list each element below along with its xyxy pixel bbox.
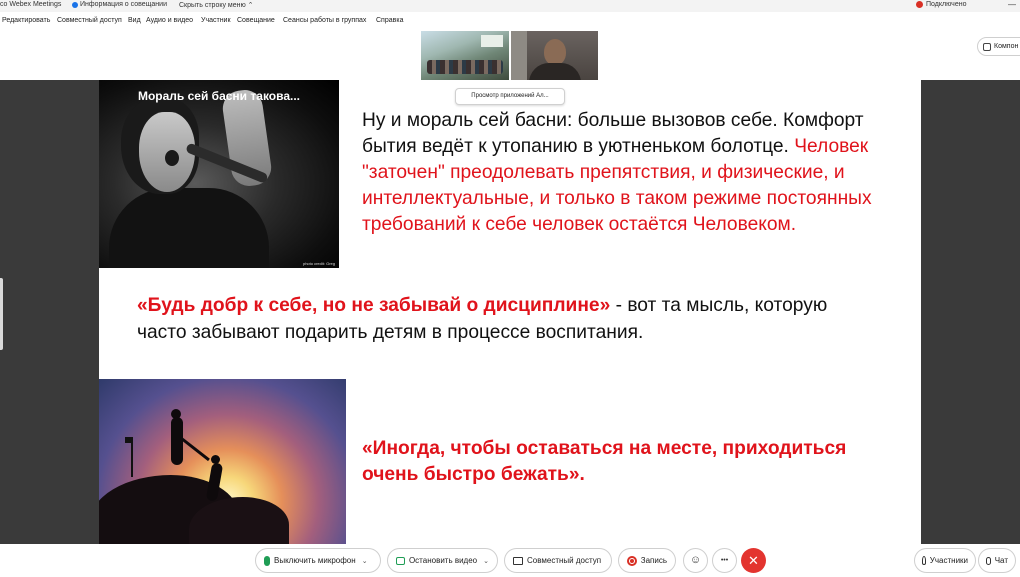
mute-label: Выключить микрофон bbox=[274, 556, 356, 565]
app-title: co Webex Meetings bbox=[0, 1, 62, 8]
record-icon bbox=[627, 555, 637, 566]
chat-icon bbox=[986, 556, 991, 565]
more-icon: ••• bbox=[720, 557, 729, 564]
slide-paragraph: Ну и мораль сей басни: больше вызовов се… bbox=[362, 108, 902, 238]
chat-label: Чат bbox=[994, 556, 1008, 565]
group-graphic bbox=[427, 60, 503, 74]
menu-item-edit[interactable]: Редактировать bbox=[2, 17, 50, 24]
hide-menu-bar-button[interactable]: Скрыть строку меню ⌃ bbox=[179, 1, 254, 9]
companion-icon bbox=[983, 42, 991, 51]
photo-shoulder-shape bbox=[109, 188, 269, 268]
chevron-down-icon[interactable]: ⌄ bbox=[362, 557, 368, 565]
menu-item-view[interactable]: Вид bbox=[128, 17, 141, 24]
chevron-down-icon[interactable]: ⌄ bbox=[483, 557, 489, 565]
photo-climber-body bbox=[171, 417, 183, 465]
record-button[interactable]: Запись bbox=[618, 548, 676, 573]
menu-item-help[interactable]: Справка bbox=[376, 17, 403, 24]
person-body-graphic bbox=[529, 63, 581, 80]
mute-button[interactable]: Выключить микрофон ⌄ bbox=[255, 548, 381, 573]
camera-icon bbox=[396, 556, 405, 565]
emoji-icon: ☺ bbox=[689, 554, 702, 566]
slide-photo-singer: Мораль сей басни такова... photo credit:… bbox=[99, 80, 339, 268]
sign-graphic bbox=[481, 35, 503, 47]
connection-status[interactable]: Подключено bbox=[916, 1, 966, 8]
slide-quote-discipline: «Будь добр к себе, но не забывай о дисци… bbox=[137, 292, 877, 346]
share-screen-icon bbox=[513, 556, 523, 565]
background-window-graphic bbox=[511, 31, 527, 80]
connection-status-icon bbox=[916, 1, 923, 8]
participants-label: Участники bbox=[929, 556, 968, 565]
video-strip bbox=[0, 28, 1020, 80]
share-button[interactable]: Совместный доступ bbox=[504, 548, 612, 573]
photo-mouth-shape bbox=[165, 150, 179, 166]
photo-credit: photo credit: Greg bbox=[302, 261, 335, 266]
companion-mode-button[interactable]: Компон bbox=[977, 37, 1020, 56]
stop-video-label: Остановить видео bbox=[408, 556, 478, 565]
app-viewer-button[interactable]: Просмотр приложений Ал... bbox=[455, 88, 565, 105]
photo-caption: Мораль сей басни такова... bbox=[137, 89, 301, 103]
meeting-info-label: Информация о совещании bbox=[80, 1, 167, 8]
more-options-button[interactable]: ••• bbox=[712, 548, 737, 573]
menu-item-share[interactable]: Совместный доступ bbox=[57, 17, 122, 24]
menu-item-breakout[interactable]: Сеансы работы в группах bbox=[283, 17, 366, 24]
photo-flagpole-shape bbox=[131, 437, 133, 477]
menu-item-participant[interactable]: Участник bbox=[201, 17, 231, 24]
participant-video-thumbnail[interactable] bbox=[421, 31, 509, 80]
quote-red-text: «Будь добр к себе, но не забывай о дисци… bbox=[137, 295, 611, 316]
end-meeting-button[interactable]: ✕ bbox=[741, 548, 766, 573]
meeting-info-button[interactable]: Информация о совещании bbox=[72, 1, 167, 8]
reactions-button[interactable]: ☺ bbox=[683, 548, 708, 573]
companion-label: Компон bbox=[994, 43, 1019, 50]
info-icon bbox=[72, 1, 78, 8]
close-icon: ✕ bbox=[748, 553, 759, 568]
slide-photo-climbers bbox=[99, 379, 346, 544]
participants-button[interactable]: Участники bbox=[914, 548, 976, 573]
participant-video-thumbnail[interactable] bbox=[511, 31, 598, 80]
person-head-graphic bbox=[544, 39, 566, 65]
minimize-window-button[interactable]: — bbox=[1008, 0, 1016, 9]
record-label: Запись bbox=[640, 556, 667, 565]
slide-quote-running: «Иногда, чтобы оставаться на месте, прих… bbox=[362, 438, 847, 485]
connection-status-label: Подключено bbox=[926, 1, 967, 8]
person-icon bbox=[922, 556, 926, 565]
microphone-icon bbox=[264, 555, 270, 566]
paragraph-black-text: Ну и мораль сей басни: больше вызовов се… bbox=[362, 110, 864, 157]
share-label: Совместный доступ bbox=[527, 556, 602, 565]
menu-bar: Редактировать Совместный доступ Вид Ауди… bbox=[0, 14, 1020, 28]
stop-video-button[interactable]: Остановить видео ⌄ bbox=[387, 548, 498, 573]
flag-icon bbox=[125, 437, 133, 443]
chat-button[interactable]: Чат bbox=[978, 548, 1016, 573]
menu-item-meeting[interactable]: Совещание bbox=[237, 17, 275, 24]
side-panel-handle[interactable] bbox=[0, 278, 3, 350]
menu-item-audio-video[interactable]: Аудио и видео bbox=[146, 17, 193, 24]
title-bar: co Webex Meetings Информация о совещании… bbox=[0, 0, 1020, 12]
